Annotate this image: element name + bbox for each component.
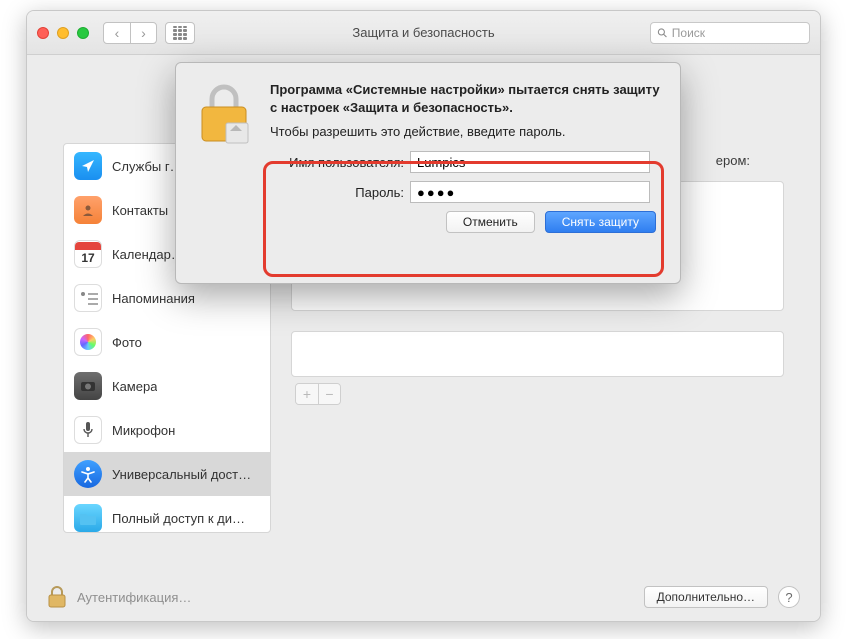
cancel-button[interactable]: Отменить <box>446 211 535 233</box>
titlebar: ‹ › Защита и безопасность <box>27 11 820 55</box>
sidebar-item-label: Камера <box>112 379 157 394</box>
advanced-button[interactable]: Дополнительно… <box>644 586 768 608</box>
traffic-lights <box>37 27 89 39</box>
zoom-window-button[interactable] <box>77 27 89 39</box>
username-label: Имя пользователя: <box>270 155 410 170</box>
minimize-window-button[interactable] <box>57 27 69 39</box>
contacts-icon <box>74 196 102 224</box>
sidebar-item-label: Фото <box>112 335 142 350</box>
location-arrow-icon <box>74 152 102 180</box>
partial-text: ером: <box>716 153 750 168</box>
auth-status-text: Аутентификация… <box>77 590 191 605</box>
dialog-subtext: Чтобы разрешить это действие, введите па… <box>270 124 660 139</box>
help-button[interactable]: ? <box>778 586 800 608</box>
microphone-icon <box>74 416 102 444</box>
unlock-button[interactable]: Снять защиту <box>545 211 656 233</box>
search-field[interactable] <box>650 22 810 44</box>
sidebar-item-label: Службы г… <box>112 159 183 174</box>
add-button[interactable]: + <box>296 384 318 404</box>
add-remove-buttons: + − <box>295 383 341 405</box>
auth-dialog: Программа «Системные настройки» пытается… <box>175 62 681 284</box>
sidebar-item-photos[interactable]: Фото <box>64 320 270 364</box>
lock-icon[interactable] <box>47 585 67 609</box>
sidebar-item-label: Календар… <box>112 247 184 262</box>
search-icon <box>657 27 668 39</box>
reminders-icon <box>74 284 102 312</box>
close-window-button[interactable] <box>37 27 49 39</box>
show-all-button[interactable] <box>165 22 195 44</box>
dialog-heading: Программа «Системные настройки» пытается… <box>270 81 660 116</box>
folder-icon <box>74 504 102 532</box>
back-button[interactable]: ‹ <box>104 23 130 43</box>
grid-icon <box>173 26 187 40</box>
sidebar-item-label: Универсальный дост… <box>112 467 251 482</box>
nav-buttons: ‹ › <box>103 22 195 44</box>
sidebar-item-label: Контакты <box>112 203 168 218</box>
remove-button[interactable]: − <box>318 384 340 404</box>
sidebar-item-camera[interactable]: Камера <box>64 364 270 408</box>
calendar-icon: 17 <box>74 240 102 268</box>
auth-form: Имя пользователя: Пароль: Отменить Снять… <box>270 151 660 233</box>
password-field[interactable] <box>410 181 650 203</box>
accessibility-icon <box>74 460 102 488</box>
footer: Аутентификация… Дополнительно… ? <box>27 573 820 621</box>
password-label: Пароль: <box>270 185 410 200</box>
username-field[interactable] <box>410 151 650 173</box>
sidebar-item-accessibility[interactable]: Универсальный дост… <box>64 452 270 496</box>
forward-button[interactable]: › <box>130 23 156 43</box>
sidebar-item-label: Напоминания <box>112 291 195 306</box>
search-input[interactable] <box>672 26 803 40</box>
photos-icon <box>74 328 102 356</box>
security-lock-icon <box>194 81 254 145</box>
sidebar-item-microphone[interactable]: Микрофон <box>64 408 270 452</box>
sidebar-item-label: Полный доступ к ди… <box>112 511 245 526</box>
sidebar-item-full-disk-access[interactable]: Полный доступ к ди… <box>64 496 270 533</box>
apps-list-lower <box>291 331 784 377</box>
camera-icon <box>74 372 102 400</box>
sidebar-item-label: Микрофон <box>112 423 175 438</box>
